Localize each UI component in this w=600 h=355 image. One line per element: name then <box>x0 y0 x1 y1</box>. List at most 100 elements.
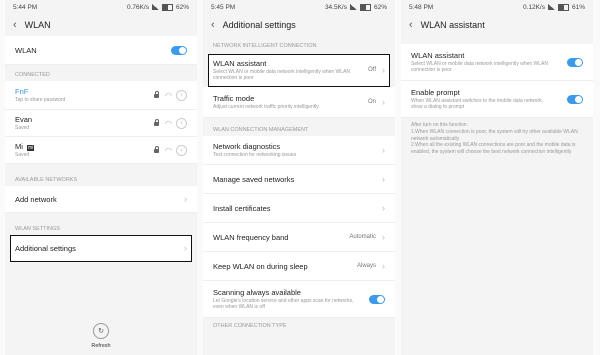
network-name: Mi <box>15 141 23 151</box>
chevron-right-icon: › <box>382 203 385 213</box>
signal-icon <box>349 4 357 10</box>
network-status: Saved <box>15 151 30 158</box>
wlan-assistant-value: Off <box>368 67 376 73</box>
chevron-right-icon[interactable]: › <box>176 117 187 129</box>
wlan-assistant-desc: Select WLAN or mobile data network intel… <box>411 60 549 73</box>
keep-wlan-value: Always <box>356 263 376 269</box>
status-battery: 62% <box>373 3 387 11</box>
battery-icon <box>359 3 371 11</box>
chevron-right-icon: › <box>382 145 385 155</box>
section-connected: CONNECTED <box>5 65 197 81</box>
add-network-label: Add network <box>15 194 57 204</box>
signal-icon <box>151 4 159 10</box>
wlan-assistant-screen: 5:48 PM 0.12K/s 61% ‹ WLAN assistant WLA… <box>401 0 593 355</box>
section-other-connection: OTHER CONNECTION TYPE <box>203 318 395 332</box>
scanning-row[interactable]: Scanning always available Let Google's l… <box>203 281 395 318</box>
section-intelligent-connection: NETWORK INTELLIGENT CONNECTION <box>203 36 395 52</box>
back-arrow-icon[interactable]: ‹ <box>13 19 17 31</box>
refresh-label: Refresh <box>91 343 111 349</box>
status-bar: 5:48 PM 0.12K/s 61% <box>401 0 593 14</box>
keep-wlan-row[interactable]: Keep WLAN on during sleep Always › <box>203 252 395 281</box>
wlan-assistant-title: WLAN assistant <box>411 50 465 60</box>
section-connection-management: WLAN CONNECTION MANAGEMENT <box>203 118 395 136</box>
back-arrow-icon[interactable]: ‹ <box>409 19 413 31</box>
enable-prompt-title: Enable prompt <box>411 87 460 97</box>
lock-icon <box>154 146 160 153</box>
enable-prompt-row[interactable]: Enable prompt When WLAN assistant switch… <box>401 81 593 118</box>
title-bar: ‹ Additional settings <box>203 14 395 36</box>
status-speed: 34.5K/s <box>324 3 347 11</box>
status-time: 5:48 PM <box>409 3 434 11</box>
network-row[interactable]: Mi mi Saved ◠ › <box>5 137 197 164</box>
wlan-toggle[interactable] <box>171 45 187 55</box>
scanning-toggle[interactable] <box>369 294 385 304</box>
wifi-icon: ◠ <box>165 90 172 100</box>
network-row[interactable]: FnF Tap to share password ◠ › <box>5 81 197 110</box>
wlan-assistant-row[interactable]: WLAN assistant Select WLAN or mobile dat… <box>401 44 593 81</box>
title-bar: ‹ WLAN assistant <box>401 14 593 36</box>
enable-prompt-desc: When WLAN assistant switches to the mobi… <box>411 97 544 110</box>
traffic-mode-value: On <box>367 99 376 105</box>
install-certificates-label: Install certificates <box>213 203 271 213</box>
section-available: AVAILABLE NETWORKS <box>5 164 197 186</box>
status-bar: 5:44 PM 0.76K/s 62% <box>5 0 197 14</box>
wlan-toggle-row[interactable]: WLAN <box>5 36 197 65</box>
chevron-right-icon[interactable]: › <box>176 144 187 156</box>
chevron-right-icon: › <box>184 243 187 253</box>
chevron-right-icon: › <box>382 261 385 271</box>
chevron-right-icon[interactable]: › <box>176 89 187 101</box>
status-speed: 0.12K/s <box>522 3 545 11</box>
refresh-button[interactable]: ↻ Refresh <box>5 323 197 349</box>
wlan-assistant-desc: Select WLAN or mobile data network intel… <box>213 68 351 81</box>
enable-prompt-toggle[interactable] <box>567 94 583 104</box>
status-time: 5:45 PM <box>211 3 236 11</box>
network-diagnostics-row[interactable]: Network diagnostics Test connection for … <box>203 136 395 165</box>
status-battery: 62% <box>175 3 189 11</box>
network-status: Saved <box>15 124 30 131</box>
wlan-assistant-toggle[interactable] <box>567 57 583 67</box>
chevron-right-icon: › <box>382 232 385 242</box>
traffic-mode-title: Traffic mode <box>213 93 255 103</box>
frequency-band-value: Automatic <box>349 234 376 240</box>
frequency-band-label: WLAN frequency band <box>213 232 289 242</box>
section-wlan-settings: WLAN SETTINGS <box>5 213 197 235</box>
battery-icon <box>557 3 569 11</box>
scanning-title: Scanning always available <box>213 287 301 297</box>
mi-badge: mi <box>27 144 35 151</box>
status-speed: 0.76K/s <box>126 3 149 11</box>
assistant-description: After turn on this function: 1.When WLAN… <box>411 122 578 155</box>
status-bar: 5:45 PM 34.5K/s 62% <box>203 0 395 14</box>
status-time: 5:44 PM <box>13 3 38 11</box>
screenshot-collage: 5:44 PM 0.76K/s 62% ‹ WLAN WLAN CONNECTE… <box>0 0 600 355</box>
chevron-right-icon: › <box>382 65 385 75</box>
manage-saved-networks-label: Manage saved networks <box>213 174 295 184</box>
page-title: WLAN assistant <box>420 20 485 30</box>
additional-settings-row[interactable]: Additional settings › <box>10 235 192 262</box>
refresh-icon: ↻ <box>93 323 109 339</box>
chevron-right-icon: › <box>184 194 187 204</box>
network-row[interactable]: Evan Saved ◠ › <box>5 110 197 137</box>
traffic-mode-row[interactable]: Traffic mode Adjust current network traf… <box>203 87 395 118</box>
additional-settings-label: Additional settings <box>15 243 76 253</box>
scanning-desc: Let Google's location service and other … <box>213 297 354 310</box>
chevron-right-icon: › <box>382 174 385 184</box>
title-bar: ‹ WLAN <box>5 14 197 36</box>
status-battery: 61% <box>571 3 585 11</box>
battery-icon <box>161 3 173 11</box>
wlan-assistant-row[interactable]: WLAN assistant Select WLAN or mobile dat… <box>208 54 390 87</box>
wlan-assistant-title: WLAN assistant <box>213 58 267 68</box>
manage-saved-networks-row[interactable]: Manage saved networks › <box>203 165 395 194</box>
network-name: FnF <box>15 86 29 96</box>
network-diagnostics-desc: Test connection for networking issues <box>213 151 297 158</box>
back-arrow-icon[interactable]: ‹ <box>211 19 215 31</box>
wlan-label: WLAN <box>15 45 37 55</box>
install-certificates-row[interactable]: Install certificates › <box>203 194 395 223</box>
page-title: WLAN <box>24 20 51 30</box>
keep-wlan-label: Keep WLAN on during sleep <box>213 261 308 271</box>
signal-icon <box>547 4 555 10</box>
lock-icon <box>154 119 160 126</box>
network-name: Evan <box>15 114 33 124</box>
traffic-mode-desc: Adjust current network traffic priority … <box>213 103 319 110</box>
frequency-band-row[interactable]: WLAN frequency band Automatic › <box>203 223 395 252</box>
add-network-row[interactable]: Add network › <box>5 186 197 213</box>
